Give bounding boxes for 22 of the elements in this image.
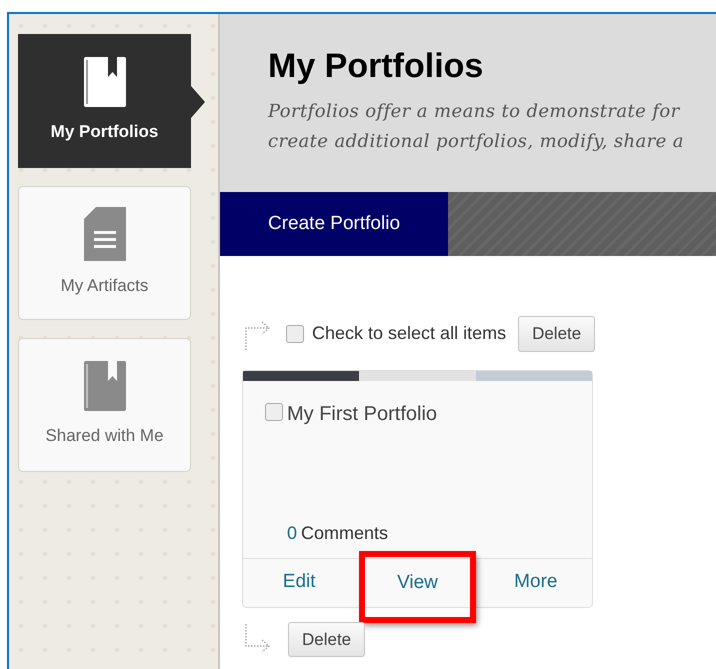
comment-count[interactable]: 0 [287,520,298,546]
card-action-link[interactable]: View [361,552,474,620]
sidebar-item[interactable]: Shared with Me [18,338,191,472]
delete-button[interactable]: Delete [518,316,596,352]
sidebar-item[interactable]: My Artifacts [18,186,191,320]
delete-button[interactable]: Delete [288,622,366,657]
dotted-arrow-icon [244,624,272,654]
book-icon [84,57,126,108]
checkbox[interactable] [286,324,304,343]
card-action-link[interactable]: More [480,558,592,606]
page-title: My Portfolios [268,46,484,87]
portfolio-title: My First Portfolio [287,402,438,426]
book-icon [84,361,126,412]
page-description: Portfolios offer a means to demonstrate for create additional portfolios, modify, share a [268,100,685,154]
create-portfolio-button[interactable]: Create Portfolio [220,192,448,256]
sidebar-item[interactable]: My Portfolios [18,34,191,168]
select-all-label: Check to select all items [312,322,506,346]
comments-label: Comments [301,522,388,544]
checkbox[interactable] [265,402,283,420]
selection-pointer-icon [191,86,205,118]
document-icon [84,207,126,262]
card-action-link[interactable]: Edit [243,558,356,606]
